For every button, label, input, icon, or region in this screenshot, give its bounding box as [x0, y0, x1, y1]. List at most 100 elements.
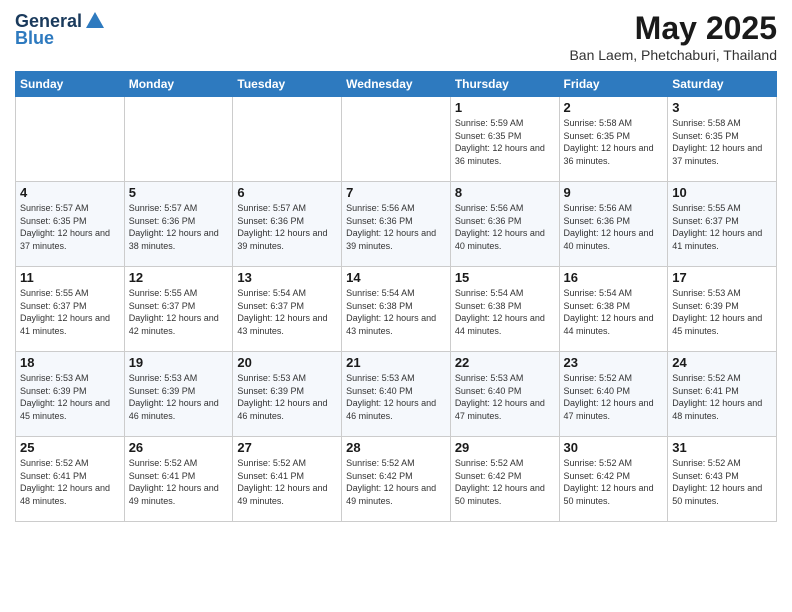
day-number: 2	[564, 100, 664, 115]
calendar-cell: 17 Sunrise: 5:53 AMSunset: 6:39 PMDayligh…	[668, 267, 777, 352]
day-number: 13	[237, 270, 337, 285]
calendar-cell: 31 Sunrise: 5:52 AMSunset: 6:43 PMDayligh…	[668, 437, 777, 522]
calendar-table: SundayMondayTuesdayWednesdayThursdayFrid…	[15, 71, 777, 522]
col-header-thursday: Thursday	[450, 72, 559, 97]
calendar-cell: 24 Sunrise: 5:52 AMSunset: 6:41 PMDayligh…	[668, 352, 777, 437]
cell-info: Sunrise: 5:53 AMSunset: 6:40 PMDaylight:…	[455, 372, 555, 422]
cell-info: Sunrise: 5:54 AMSunset: 6:38 PMDaylight:…	[564, 287, 664, 337]
calendar-cell: 16 Sunrise: 5:54 AMSunset: 6:38 PMDayligh…	[559, 267, 668, 352]
calendar-cell: 14 Sunrise: 5:54 AMSunset: 6:38 PMDayligh…	[342, 267, 451, 352]
cell-info: Sunrise: 5:52 AMSunset: 6:42 PMDaylight:…	[564, 457, 664, 507]
day-number: 16	[564, 270, 664, 285]
calendar-cell: 27Sunrise: 5:52 AMSunset: 6:41 PMDayligh…	[233, 437, 342, 522]
page-header: General Blue May 2025 Ban Laem, Phetchab…	[15, 10, 777, 63]
cell-info: Sunrise: 5:53 AMSunset: 6:40 PMDaylight:…	[346, 372, 446, 422]
col-header-saturday: Saturday	[668, 72, 777, 97]
col-header-friday: Friday	[559, 72, 668, 97]
cell-info: Sunrise: 5:56 AMSunset: 6:36 PMDaylight:…	[455, 202, 555, 252]
cell-info: Sunrise: 5:55 AMSunset: 6:37 PMDaylight:…	[20, 287, 120, 337]
cell-info: Sunrise: 5:54 AMSunset: 6:37 PMDaylight:…	[237, 287, 337, 337]
day-number: 9	[564, 185, 664, 200]
calendar-cell: 15 Sunrise: 5:54 AMSunset: 6:38 PMDayligh…	[450, 267, 559, 352]
day-number: 18	[20, 355, 120, 370]
day-number: 29	[455, 440, 555, 455]
col-header-tuesday: Tuesday	[233, 72, 342, 97]
cell-info: Sunrise: 5:53 AMSunset: 6:39 PMDaylight:…	[672, 287, 772, 337]
day-number: 20	[237, 355, 337, 370]
cell-info: Sunrise: 5:52 AMSunset: 6:42 PMDaylight:…	[346, 457, 446, 507]
cell-info: Sunrise: 5:52 AMSunset: 6:42 PMDaylight:…	[455, 457, 555, 507]
calendar-cell: 7Sunrise: 5:56 AMSunset: 6:36 PMDaylight…	[342, 182, 451, 267]
day-number: 28	[346, 440, 446, 455]
calendar-cell: 29 Sunrise: 5:52 AMSunset: 6:42 PMDayligh…	[450, 437, 559, 522]
calendar-cell: 30 Sunrise: 5:52 AMSunset: 6:42 PMDayligh…	[559, 437, 668, 522]
day-number: 30	[564, 440, 664, 455]
cell-info: Sunrise: 5:57 AMSunset: 6:36 PMDaylight:…	[129, 202, 229, 252]
calendar-cell: 19Sunrise: 5:53 AMSunset: 6:39 PMDayligh…	[124, 352, 233, 437]
calendar-cell: 23 Sunrise: 5:52 AMSunset: 6:40 PMDayligh…	[559, 352, 668, 437]
cell-info: Sunrise: 5:52 AMSunset: 6:41 PMDaylight:…	[237, 457, 337, 507]
calendar-cell: 8 Sunrise: 5:56 AMSunset: 6:36 PMDaylight…	[450, 182, 559, 267]
cell-info: Sunrise: 5:53 AMSunset: 6:39 PMDaylight:…	[237, 372, 337, 422]
calendar-cell: 22 Sunrise: 5:53 AMSunset: 6:40 PMDayligh…	[450, 352, 559, 437]
day-number: 23	[564, 355, 664, 370]
day-number: 19	[129, 355, 229, 370]
day-number: 17	[672, 270, 772, 285]
day-number: 4	[20, 185, 120, 200]
cell-info: Sunrise: 5:52 AMSunset: 6:40 PMDaylight:…	[564, 372, 664, 422]
day-number: 7	[346, 185, 446, 200]
day-number: 26	[129, 440, 229, 455]
main-title: May 2025	[569, 10, 777, 47]
cell-info: Sunrise: 5:55 AMSunset: 6:37 PMDaylight:…	[672, 202, 772, 252]
calendar-cell	[124, 97, 233, 182]
calendar-cell: 20 Sunrise: 5:53 AMSunset: 6:39 PMDayligh…	[233, 352, 342, 437]
cell-info: Sunrise: 5:55 AMSunset: 6:37 PMDaylight:…	[129, 287, 229, 337]
day-number: 11	[20, 270, 120, 285]
cell-info: Sunrise: 5:58 AMSunset: 6:35 PMDaylight:…	[672, 117, 772, 167]
calendar-cell: 2 Sunrise: 5:58 AMSunset: 6:35 PMDaylight…	[559, 97, 668, 182]
day-number: 15	[455, 270, 555, 285]
col-header-wednesday: Wednesday	[342, 72, 451, 97]
day-number: 1	[455, 100, 555, 115]
calendar-cell: 3Sunrise: 5:58 AMSunset: 6:35 PMDaylight…	[668, 97, 777, 182]
day-number: 12	[129, 270, 229, 285]
day-number: 5	[129, 185, 229, 200]
day-number: 24	[672, 355, 772, 370]
calendar-cell: 12 Sunrise: 5:55 AMSunset: 6:37 PMDayligh…	[124, 267, 233, 352]
calendar-cell: 25 Sunrise: 5:52 AMSunset: 6:41 PMDayligh…	[16, 437, 125, 522]
day-number: 25	[20, 440, 120, 455]
day-number: 10	[672, 185, 772, 200]
col-header-sunday: Sunday	[16, 72, 125, 97]
day-number: 31	[672, 440, 772, 455]
cell-info: Sunrise: 5:54 AMSunset: 6:38 PMDaylight:…	[455, 287, 555, 337]
cell-info: Sunrise: 5:56 AMSunset: 6:36 PMDaylight:…	[564, 202, 664, 252]
title-block: May 2025 Ban Laem, Phetchaburi, Thailand	[569, 10, 777, 63]
cell-info: Sunrise: 5:52 AMSunset: 6:41 PMDaylight:…	[20, 457, 120, 507]
calendar-cell: 6Sunrise: 5:57 AMSunset: 6:36 PMDaylight…	[233, 182, 342, 267]
cell-info: Sunrise: 5:58 AMSunset: 6:35 PMDaylight:…	[564, 117, 664, 167]
calendar-cell: 11 Sunrise: 5:55 AMSunset: 6:37 PMDayligh…	[16, 267, 125, 352]
calendar-cell: 4Sunrise: 5:57 AMSunset: 6:35 PMDaylight…	[16, 182, 125, 267]
calendar-cell	[16, 97, 125, 182]
calendar-cell: 13 Sunrise: 5:54 AMSunset: 6:37 PMDayligh…	[233, 267, 342, 352]
day-number: 21	[346, 355, 446, 370]
calendar-cell	[233, 97, 342, 182]
calendar-cell: 28 Sunrise: 5:52 AMSunset: 6:42 PMDayligh…	[342, 437, 451, 522]
day-number: 8	[455, 185, 555, 200]
cell-info: Sunrise: 5:52 AMSunset: 6:41 PMDaylight:…	[672, 372, 772, 422]
cell-info: Sunrise: 5:54 AMSunset: 6:38 PMDaylight:…	[346, 287, 446, 337]
day-number: 22	[455, 355, 555, 370]
cell-info: Sunrise: 5:53 AMSunset: 6:39 PMDaylight:…	[20, 372, 120, 422]
calendar-cell: 10 Sunrise: 5:55 AMSunset: 6:37 PMDayligh…	[668, 182, 777, 267]
logo-blue-text: Blue	[15, 28, 54, 49]
calendar-cell: 9 Sunrise: 5:56 AMSunset: 6:36 PMDaylight…	[559, 182, 668, 267]
calendar-cell: 1Sunrise: 5:59 AMSunset: 6:35 PMDaylight…	[450, 97, 559, 182]
calendar-cell: 21 Sunrise: 5:53 AMSunset: 6:40 PMDayligh…	[342, 352, 451, 437]
calendar-cell: 18 Sunrise: 5:53 AMSunset: 6:39 PMDayligh…	[16, 352, 125, 437]
col-header-monday: Monday	[124, 72, 233, 97]
calendar-cell	[342, 97, 451, 182]
logo-icon	[84, 10, 106, 32]
day-number: 14	[346, 270, 446, 285]
calendar-cell: 5 Sunrise: 5:57 AMSunset: 6:36 PMDaylight…	[124, 182, 233, 267]
cell-info: Sunrise: 5:52 AMSunset: 6:43 PMDaylight:…	[672, 457, 772, 507]
